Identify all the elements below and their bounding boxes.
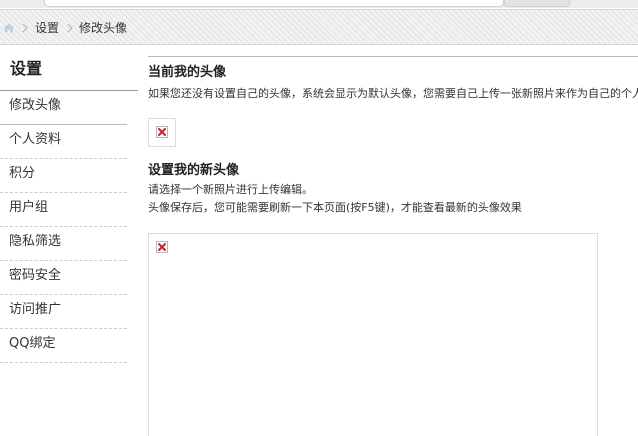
chevron-right-icon <box>22 23 28 33</box>
sidebar-item-user-group[interactable]: 用户组 <box>0 193 127 227</box>
sidebar-item-profile[interactable]: 个人资料 <box>0 125 127 159</box>
current-avatar-image <box>148 118 176 147</box>
top-strip <box>0 0 638 8</box>
broken-image-icon <box>156 126 168 138</box>
sidebar-item-promotion[interactable]: 访问推广 <box>0 295 127 329</box>
avatar-upload-area[interactable] <box>148 233 598 436</box>
sidebar-item-privacy-filter[interactable]: 隐私筛选 <box>0 227 127 261</box>
top-button[interactable] <box>504 0 570 7</box>
new-avatar-refresh-note: 头像保存后，您可能需要刷新一下本页面(按F5键)，才能查看最新的头像效果 <box>148 201 522 214</box>
sidebar-item-change-avatar[interactable]: 修改头像 <box>0 91 127 125</box>
sidebar-title: 设置 <box>10 59 43 78</box>
new-avatar-heading: 设置我的新头像 <box>148 163 240 178</box>
broken-image-icon <box>156 241 168 253</box>
breadcrumb-change-avatar[interactable]: 修改头像 <box>79 20 127 36</box>
sidebar: 设置 修改头像 个人资料 积分 用户组 隐私筛选 密码安全 访问推广 QQ绑定 <box>0 46 138 436</box>
current-avatar-note: 如果您还没有设置自己的头像，系统会显示为默认头像，您需要自己上传一张新照片来作为… <box>148 87 638 100</box>
sidebar-item-qq-binding[interactable]: QQ绑定 <box>0 329 127 363</box>
chevron-right-icon <box>67 23 73 33</box>
new-avatar-instruction: 请选择一个新照片进行上传编辑。 <box>148 183 313 196</box>
breadcrumb: 设置 修改头像 <box>0 9 638 45</box>
current-avatar-heading: 当前我的头像 <box>148 65 227 80</box>
top-search-bar[interactable] <box>44 0 504 7</box>
sidebar-item-points[interactable]: 积分 <box>0 159 127 193</box>
sidebar-menu: 修改头像 个人资料 积分 用户组 隐私筛选 密码安全 访问推广 QQ绑定 <box>0 91 127 363</box>
current-avatar-note-container: 如果您还没有设置自己的头像，系统会显示为默认头像，您需要自己上传一张新照片来作为… <box>148 86 638 104</box>
breadcrumb-settings[interactable]: 设置 <box>35 20 59 36</box>
content-divider <box>148 56 638 57</box>
home-icon[interactable] <box>3 23 15 33</box>
sidebar-item-password-security[interactable]: 密码安全 <box>0 261 127 295</box>
